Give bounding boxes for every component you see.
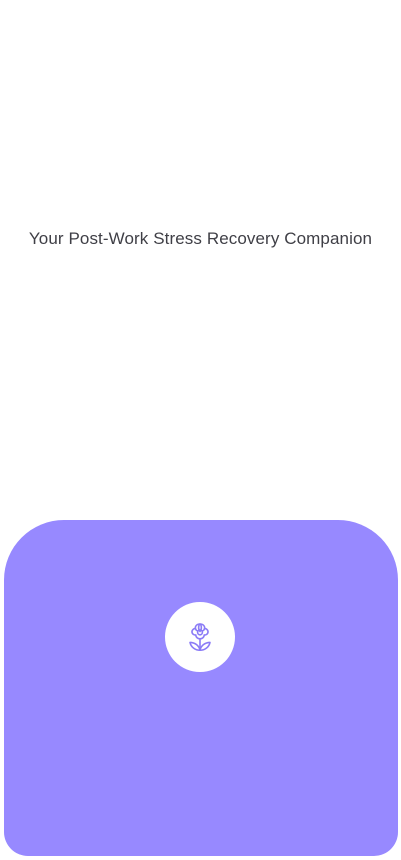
- app-tagline: Your Post-Work Stress Recovery Companion: [28, 229, 373, 248]
- app-logo: [165, 602, 235, 672]
- bottom-card: [4, 520, 398, 856]
- welcome-screen: Your Post-Work Stress Recovery Companion: [0, 0, 401, 860]
- flower-icon: [189, 623, 211, 651]
